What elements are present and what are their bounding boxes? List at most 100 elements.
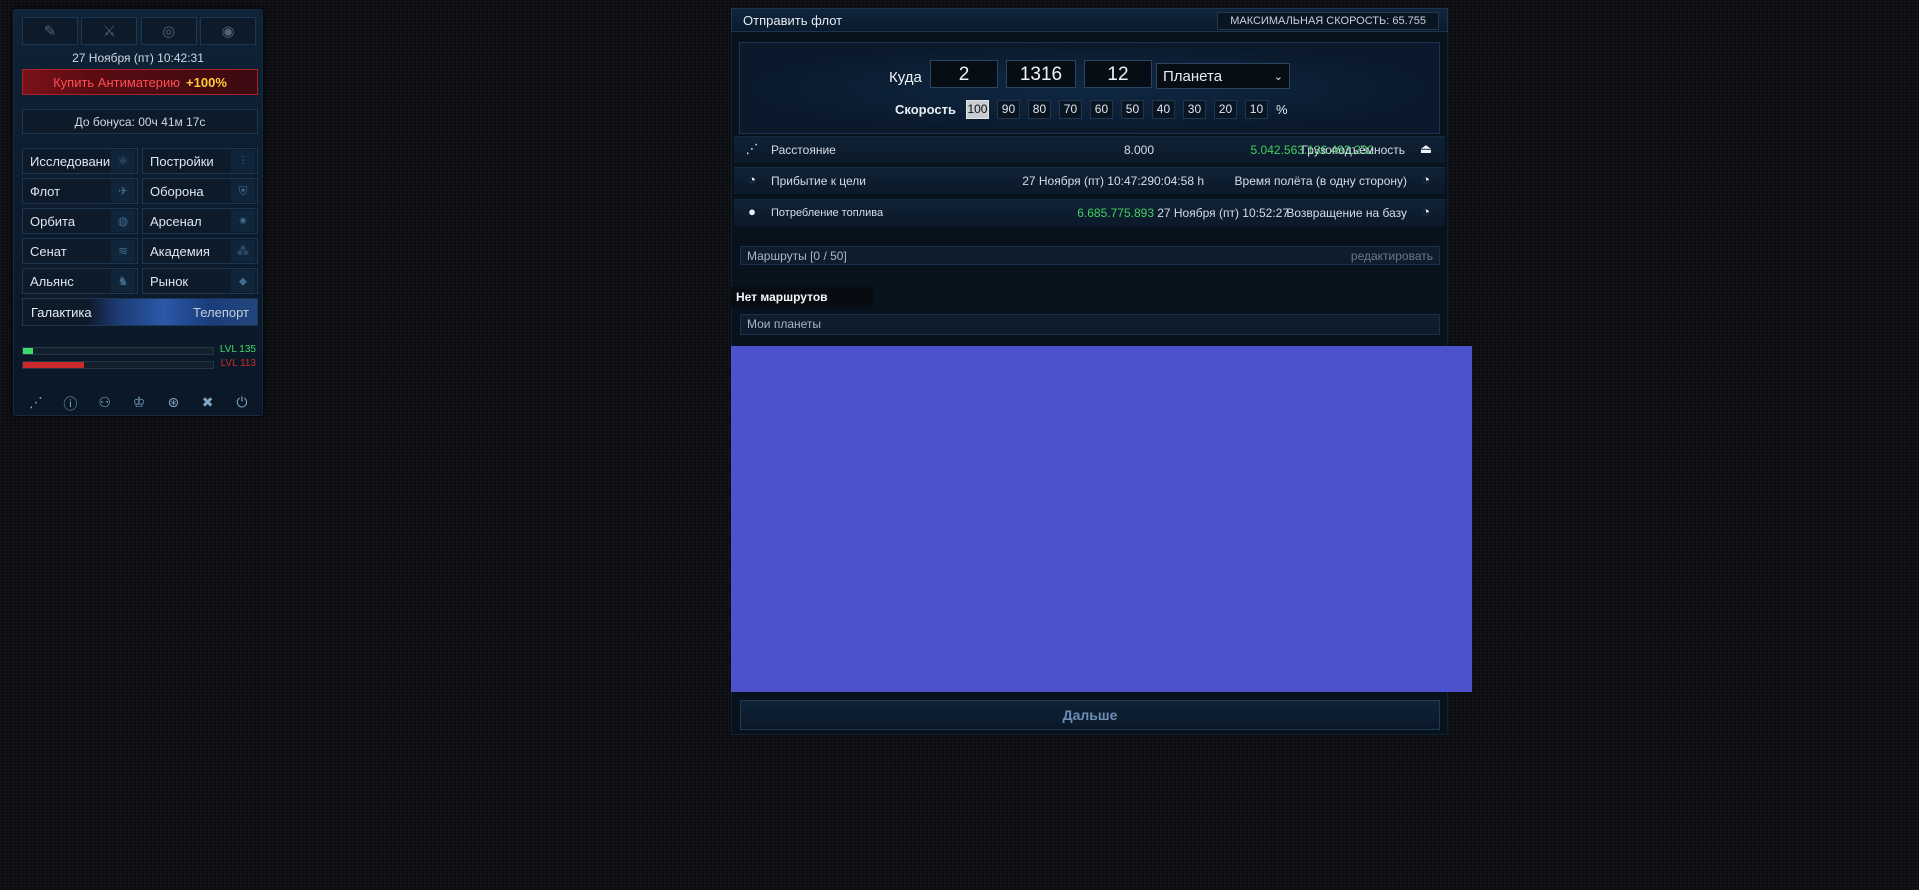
chevron-down-icon: ⌄ (1273, 70, 1283, 83)
shield-icon: ⛨ (231, 180, 255, 202)
speed-option-100[interactable]: 100 (965, 100, 989, 119)
server-clock: 27 Ноября (пт) 10:42:31 (72, 51, 204, 65)
speed-option-90[interactable]: 90 (996, 100, 1020, 119)
level-bar-track (22, 347, 214, 355)
menu-item-label: Сенат (30, 243, 67, 259)
level-label: LVL 113 (220, 358, 256, 369)
clock-icon: ◔ (748, 172, 756, 187)
menu-item-fleet[interactable]: Флот ✈ (22, 178, 138, 204)
planet-list-area (731, 346, 1472, 692)
bonus-timer-button[interactable]: До бонуса: 00ч 41м 17с (22, 109, 258, 134)
no-routes-message: Нет маршрутов (731, 287, 873, 307)
top-icon-bar: ✎ ⚔ ◎ ◉ (22, 17, 256, 45)
next-button[interactable]: Дальше (740, 700, 1440, 730)
molecule-icon: ⁂ (231, 240, 255, 262)
menu-item-market[interactable]: Рынок ⬥ (142, 268, 258, 294)
capacity-label: Грузоподъёмность (1301, 143, 1405, 157)
menu-item-label: Флот (30, 183, 61, 199)
research-icon: ⚛ (111, 150, 135, 172)
menu-item-research[interactable]: Исследовани ⚛ (22, 148, 138, 174)
share-icon[interactable]: ⋰ (22, 394, 50, 414)
bottom-icon-bar: ⋰ ⓘ ⚇ ♔ ⊛ ✖ ⏻ (22, 394, 256, 414)
speed-option-40[interactable]: 40 (1151, 100, 1175, 119)
menu-item-label: Орбита (30, 213, 76, 229)
eye-icon[interactable]: ◉ (199, 17, 256, 45)
return-value: 27 Ноября (пт) 10:52:27 (1157, 206, 1289, 220)
arrival-label: Прибытие к цели (771, 174, 867, 188)
crossed-swords-icon[interactable]: ⚔ (81, 17, 138, 45)
fuel-row: ● Потребление топлива 6.685.775.893 27 Н… (734, 199, 1445, 226)
routes-header: Маршруты [0 / 50] редактировать (740, 246, 1440, 265)
fuel-value: 6.685.775.893 (1077, 206, 1154, 220)
level-bar-fill (23, 348, 33, 354)
distance-row: ⋰ Расстояние 8.000 5.042.563.136.493.232… (734, 136, 1445, 163)
speed-option-30[interactable]: 30 (1182, 100, 1206, 119)
speed-option-80[interactable]: 80 (1027, 100, 1051, 119)
power-icon[interactable]: ⏻ (228, 394, 256, 414)
menu-item-alliance[interactable]: Альянс ♞ (22, 268, 138, 294)
speed-option-50[interactable]: 50 (1120, 100, 1144, 119)
menu-item-label: Оборона (150, 183, 204, 199)
speed-label: Скорость (895, 102, 956, 117)
percent-sign: % (1275, 102, 1288, 117)
menu-item-orbit[interactable]: Орбита ◍ (22, 208, 138, 234)
tag-icon: ⬥ (231, 270, 255, 292)
lifebuoy-icon[interactable]: ⊛ (159, 394, 187, 414)
arrival-row: ◔ Прибытие к цели 27 Ноября (пт) 10:47:2… (734, 167, 1445, 194)
buy-antimatter-bonus: +100% (186, 74, 227, 90)
position-input[interactable]: 12 (1084, 60, 1152, 88)
speed-selector: Скорость 100 90 80 70 60 50 40 30 20 10 … (895, 100, 1288, 119)
layers-icon: ≋ (111, 240, 135, 262)
menu-item-label: Постройки (150, 153, 214, 169)
menu-item-buildings[interactable]: Постройки ⫶ (142, 148, 258, 174)
teleport-link[interactable]: Телепорт (193, 305, 249, 320)
speed-option-10[interactable]: 10 (1244, 100, 1268, 119)
share-icon: ⋰ (745, 141, 759, 156)
menu-item-arsenal[interactable]: Арсенал ✷ (142, 208, 258, 234)
orbit-icon: ◍ (111, 210, 135, 232)
level-label: LVL 135 (219, 344, 256, 355)
speed-option-70[interactable]: 70 (1058, 100, 1082, 119)
level-bar-red: LVL 113 (22, 358, 256, 369)
fleet-panel-header: Отправить флот МАКСИМАЛЬНАЯ СКОРОСТЬ: 65… (731, 8, 1448, 32)
info-icon[interactable]: ⓘ (56, 394, 84, 414)
system-input[interactable]: 1316 (1006, 60, 1076, 88)
level-bar-green: LVL 135 (22, 344, 256, 355)
main-menu: Исследовани ⚛ Постройки ⫶ Флот ✈ Оборона ⛨ О… (22, 148, 258, 326)
target-type-value: Планета (1163, 67, 1223, 85)
target-icon[interactable]: ◎ (140, 17, 197, 45)
buy-antimatter-button[interactable]: Купить Антиматерию +100% (22, 69, 258, 95)
edit-routes-link[interactable]: редактировать (1351, 249, 1433, 263)
galaxy-input[interactable]: 2 (930, 60, 998, 88)
target-type-select[interactable]: Планета ⌄ (1156, 63, 1290, 89)
arrival-value: 27 Ноября (пт) 10:47:29 (1022, 174, 1154, 188)
medal-icon[interactable]: ♔ (125, 394, 153, 414)
my-planets-header[interactable]: Мои планеты (740, 314, 1440, 335)
fuel-label: Потребление топлива (771, 207, 884, 219)
menu-item-label: Исследовани (30, 153, 111, 169)
duration-value: 0:04:58 h (1153, 174, 1204, 188)
duration-label: Время полёта (в одну сторону) (1234, 174, 1407, 188)
menu-item-label: Альянс (30, 273, 74, 289)
menu-item-senate[interactable]: Сенат ≋ (22, 238, 138, 264)
distance-label: Расстояние (771, 143, 836, 157)
pen-icon[interactable]: ✎ (22, 17, 78, 45)
level-bar-fill (23, 362, 84, 368)
speed-option-20[interactable]: 20 (1213, 100, 1237, 119)
menu-item-label: Арсенал (150, 213, 202, 229)
galaxy-button[interactable]: Галактика Телепорт (22, 298, 258, 326)
users-icon[interactable]: ⚇ (91, 394, 119, 414)
clock-icon: ◔ (1422, 204, 1430, 219)
clock-icon: ◔ (1422, 172, 1430, 187)
max-speed-badge: МАКСИМАЛЬНАЯ СКОРОСТЬ: 65.755 (1217, 12, 1439, 30)
menu-item-defense[interactable]: Оборона ⛨ (142, 178, 258, 204)
sidebar: ✎ ⚔ ◎ ◉ 27 Ноября (пт) 10:42:31 Купить А… (13, 9, 263, 416)
return-label: Возвращение на базу (1286, 206, 1407, 220)
routes-label: Маршруты [0 / 50] (747, 249, 847, 263)
speed-option-60[interactable]: 60 (1089, 100, 1113, 119)
wolf-icon: ♞ (111, 270, 135, 292)
menu-item-academy[interactable]: Академия ⁂ (142, 238, 258, 264)
tools-icon[interactable]: ✖ (194, 394, 222, 414)
drop-icon: ● (748, 204, 756, 219)
level-bar-track (22, 361, 214, 369)
